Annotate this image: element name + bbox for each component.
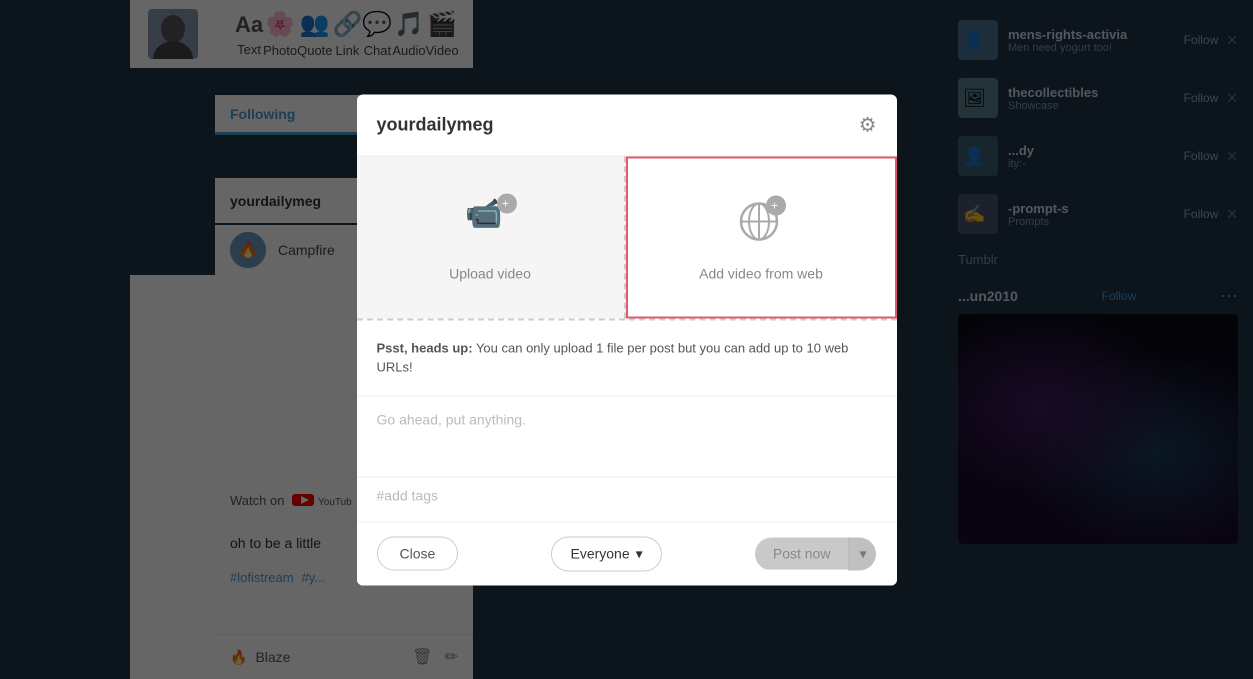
info-bold: Psst, heads up: — [377, 340, 473, 355]
tags-input-area[interactable]: #add tags — [357, 476, 897, 521]
info-text: Psst, heads up: You can only upload 1 fi… — [377, 338, 877, 377]
post-button-group: Post now ▾ — [755, 537, 877, 570]
add-from-web-icon: + — [731, 193, 791, 253]
svg-text:+: + — [771, 198, 778, 212]
add-from-web-label: Add video from web — [699, 265, 823, 281]
audience-selector[interactable]: Everyone ▾ — [551, 536, 661, 571]
modal-footer: Close Everyone ▾ Post now ▾ — [357, 521, 897, 585]
modal-username: yourdailymeg — [377, 114, 494, 135]
settings-icon[interactable]: ⚙ — [859, 112, 877, 137]
upload-video-icon: 📹 + — [460, 193, 520, 253]
audience-chevron: ▾ — [636, 545, 643, 562]
audience-label: Everyone — [570, 546, 629, 562]
post-arrow-icon: ▾ — [859, 545, 866, 561]
svg-text:+: + — [502, 196, 509, 210]
content-area[interactable]: Go ahead, put anything. — [357, 396, 897, 476]
upload-video-option[interactable]: 📹 + Upload video — [357, 156, 626, 318]
close-modal-button[interactable]: Close — [377, 537, 459, 571]
info-section: Psst, heads up: You can only upload 1 fi… — [357, 320, 897, 396]
upload-area: 📹 + Upload video + Add video from web — [357, 156, 897, 320]
modal-header: yourdailymeg ⚙ — [357, 94, 897, 156]
svg-text:📹: 📹 — [465, 197, 502, 230]
content-placeholder: Go ahead, put anything. — [377, 411, 526, 427]
post-now-button[interactable]: Post now — [755, 538, 849, 570]
tags-placeholder: #add tags — [377, 487, 439, 503]
upload-video-label: Upload video — [449, 265, 531, 281]
add-from-web-option[interactable]: + Add video from web — [626, 156, 897, 318]
post-dropdown-button[interactable]: ▾ — [848, 537, 876, 570]
post-modal: yourdailymeg ⚙ 📹 + Upload video — [357, 94, 897, 585]
